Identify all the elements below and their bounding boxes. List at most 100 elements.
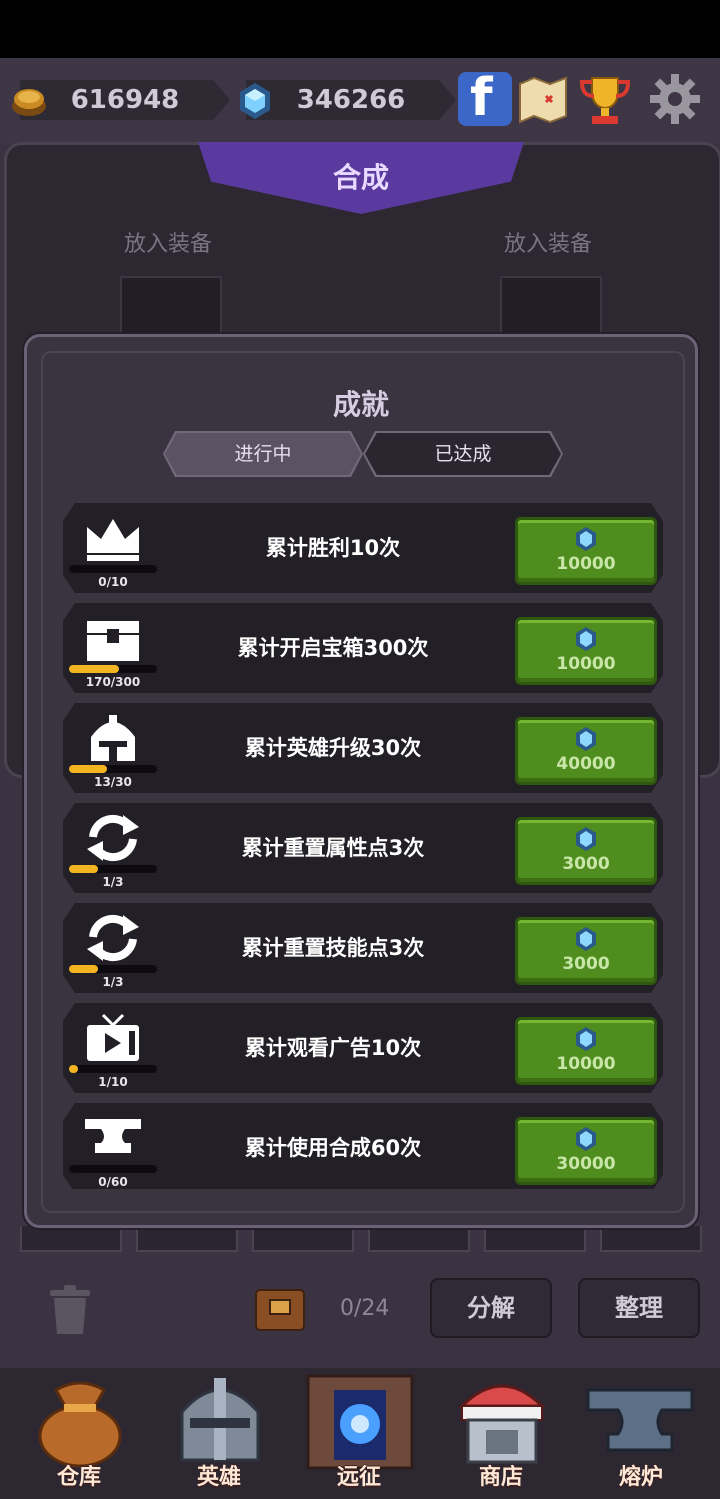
achievement-row: 1/3 累计重置技能点3次 3000 [63,903,663,993]
slot-right-label: 放入装备 [504,232,593,257]
achievement-title: 累计英雄升级30次 [244,736,422,760]
reward-amount: 30000 [556,1154,616,1174]
claim-reward-button[interactable]: 10000 [515,617,657,685]
bag-icon [38,1381,122,1468]
facebook-icon: f [470,68,493,128]
portal-icon [306,1374,414,1470]
slot-left[interactable] [120,276,222,340]
nav-label: 熔炉 [618,1465,663,1490]
gem-icon [576,827,596,851]
progress-text: 1/3 [102,975,124,989]
progress-bar [69,965,157,973]
achievement-title: 累计重置属性点3次 [241,836,425,860]
helmet-icon [180,1378,260,1462]
gem-icon [240,83,270,119]
nav-label: 仓库 [56,1465,101,1490]
nav-label: 远征 [336,1465,381,1490]
achievement-row: 0/10 累计胜利10次 10000 [63,503,663,593]
achievement-row: 1/3 累计重置属性点3次 3000 [63,803,663,893]
progress-bar [69,1065,157,1073]
gem-icon [576,527,596,551]
refresh-icon [87,814,139,862]
inventory-cell[interactable] [252,1226,354,1252]
achievement-dialog: 成就 进行中 已达成 0/10 累计胜利10次 10000 170/300 累计… [24,334,698,1228]
achievement-row: 1/10 累计观看广告10次 10000 [63,1003,663,1093]
nav-forge[interactable]: 熔炉 [576,1368,706,1499]
progress-bar [69,565,157,573]
progress-text: 0/60 [98,1175,128,1189]
coin-counter: 616948 [20,80,230,120]
bag-icon [255,1289,305,1331]
merge-title: 合成 [332,161,389,194]
achievement-row: 170/300 累计开启宝箱300次 10000 [63,603,663,693]
nav-expedition[interactable]: 远征 [294,1368,424,1499]
shop-icon [458,1384,546,1464]
progress-bar [69,665,157,673]
nav-label: 商店 [478,1465,523,1490]
slot-left-label: 放入装备 [124,232,213,257]
reward-amount: 3000 [562,954,610,974]
claim-reward-button[interactable]: 3000 [515,917,657,985]
gem-icon [576,627,596,651]
coin-icon [12,89,46,116]
decompose-button[interactable]: 分解 [430,1278,552,1338]
achievement-title: 累计开启宝箱300次 [237,636,429,660]
slot-right[interactable] [500,276,602,340]
inventory-cell[interactable] [368,1226,470,1252]
nav-shop[interactable]: 商店 [436,1368,566,1499]
dialog-title: 成就 [332,388,389,421]
reward-amount: 3000 [562,854,610,874]
map-button[interactable] [516,72,570,126]
nav-warehouse[interactable]: 仓库 [14,1368,144,1499]
progress-text: 0/10 [98,575,128,589]
progress-bar [69,1165,157,1173]
inventory-grid [20,1226,702,1252]
facebook-button[interactable]: f [458,68,512,128]
claim-reward-button[interactable]: 40000 [515,717,657,785]
anvil-icon [586,1388,694,1452]
nav-label: 英雄 [196,1465,241,1490]
gem-icon [576,1127,596,1151]
trash-icon[interactable] [46,1284,94,1336]
progress-fill [69,965,99,973]
progress-fill [69,865,99,873]
nav-hero[interactable]: 英雄 [154,1368,284,1499]
reward-amount: 40000 [556,754,616,774]
progress-fill [69,765,108,773]
sort-button[interactable]: 整理 [578,1278,700,1338]
helmet-icon [91,715,135,761]
claim-reward-button[interactable]: 3000 [515,817,657,885]
inventory-cell[interactable] [600,1226,702,1252]
gem-counter: 346266 [246,80,456,120]
progress-text: 170/300 [85,675,141,689]
achievement-row: 13/30 累计英雄升级30次 40000 [63,703,663,793]
achievement-row: 0/60 累计使用合成60次 30000 [63,1103,663,1189]
progress-fill [69,665,119,673]
claim-reward-button[interactable]: 10000 [515,1017,657,1085]
inventory-cell[interactable] [484,1226,586,1252]
claim-reward-button[interactable]: 30000 [515,1117,657,1185]
achievement-title: 累计使用合成60次 [244,1136,422,1160]
trophy-button[interactable] [578,72,632,126]
inventory-cell[interactable] [136,1226,238,1252]
reward-amount: 10000 [556,554,616,574]
inventory-cell[interactable] [20,1226,122,1252]
settings-gear-icon[interactable] [648,72,702,126]
gem-icon [576,1027,596,1051]
progress-text: 1/3 [102,875,124,889]
refresh-icon [87,914,139,962]
crown-icon [87,519,139,561]
tab-completed[interactable]: 已达成 [365,433,561,475]
inventory-count: 0/24 [340,1296,390,1321]
status-bar [0,0,720,58]
achievement-list[interactable]: 0/10 累计胜利10次 10000 170/300 累计开启宝箱300次 10… [63,485,663,1189]
gem-icon [576,927,596,951]
tab-in-progress[interactable]: 进行中 [165,433,361,475]
progress-text: 13/30 [94,775,132,789]
claim-reward-button[interactable]: 10000 [515,517,657,585]
achievement-title: 累计重置技能点3次 [241,936,425,960]
achievement-title: 累计观看广告10次 [244,1036,422,1060]
gem-value: 346266 [296,85,406,115]
gem-icon [576,727,596,751]
progress-bar [69,865,157,873]
